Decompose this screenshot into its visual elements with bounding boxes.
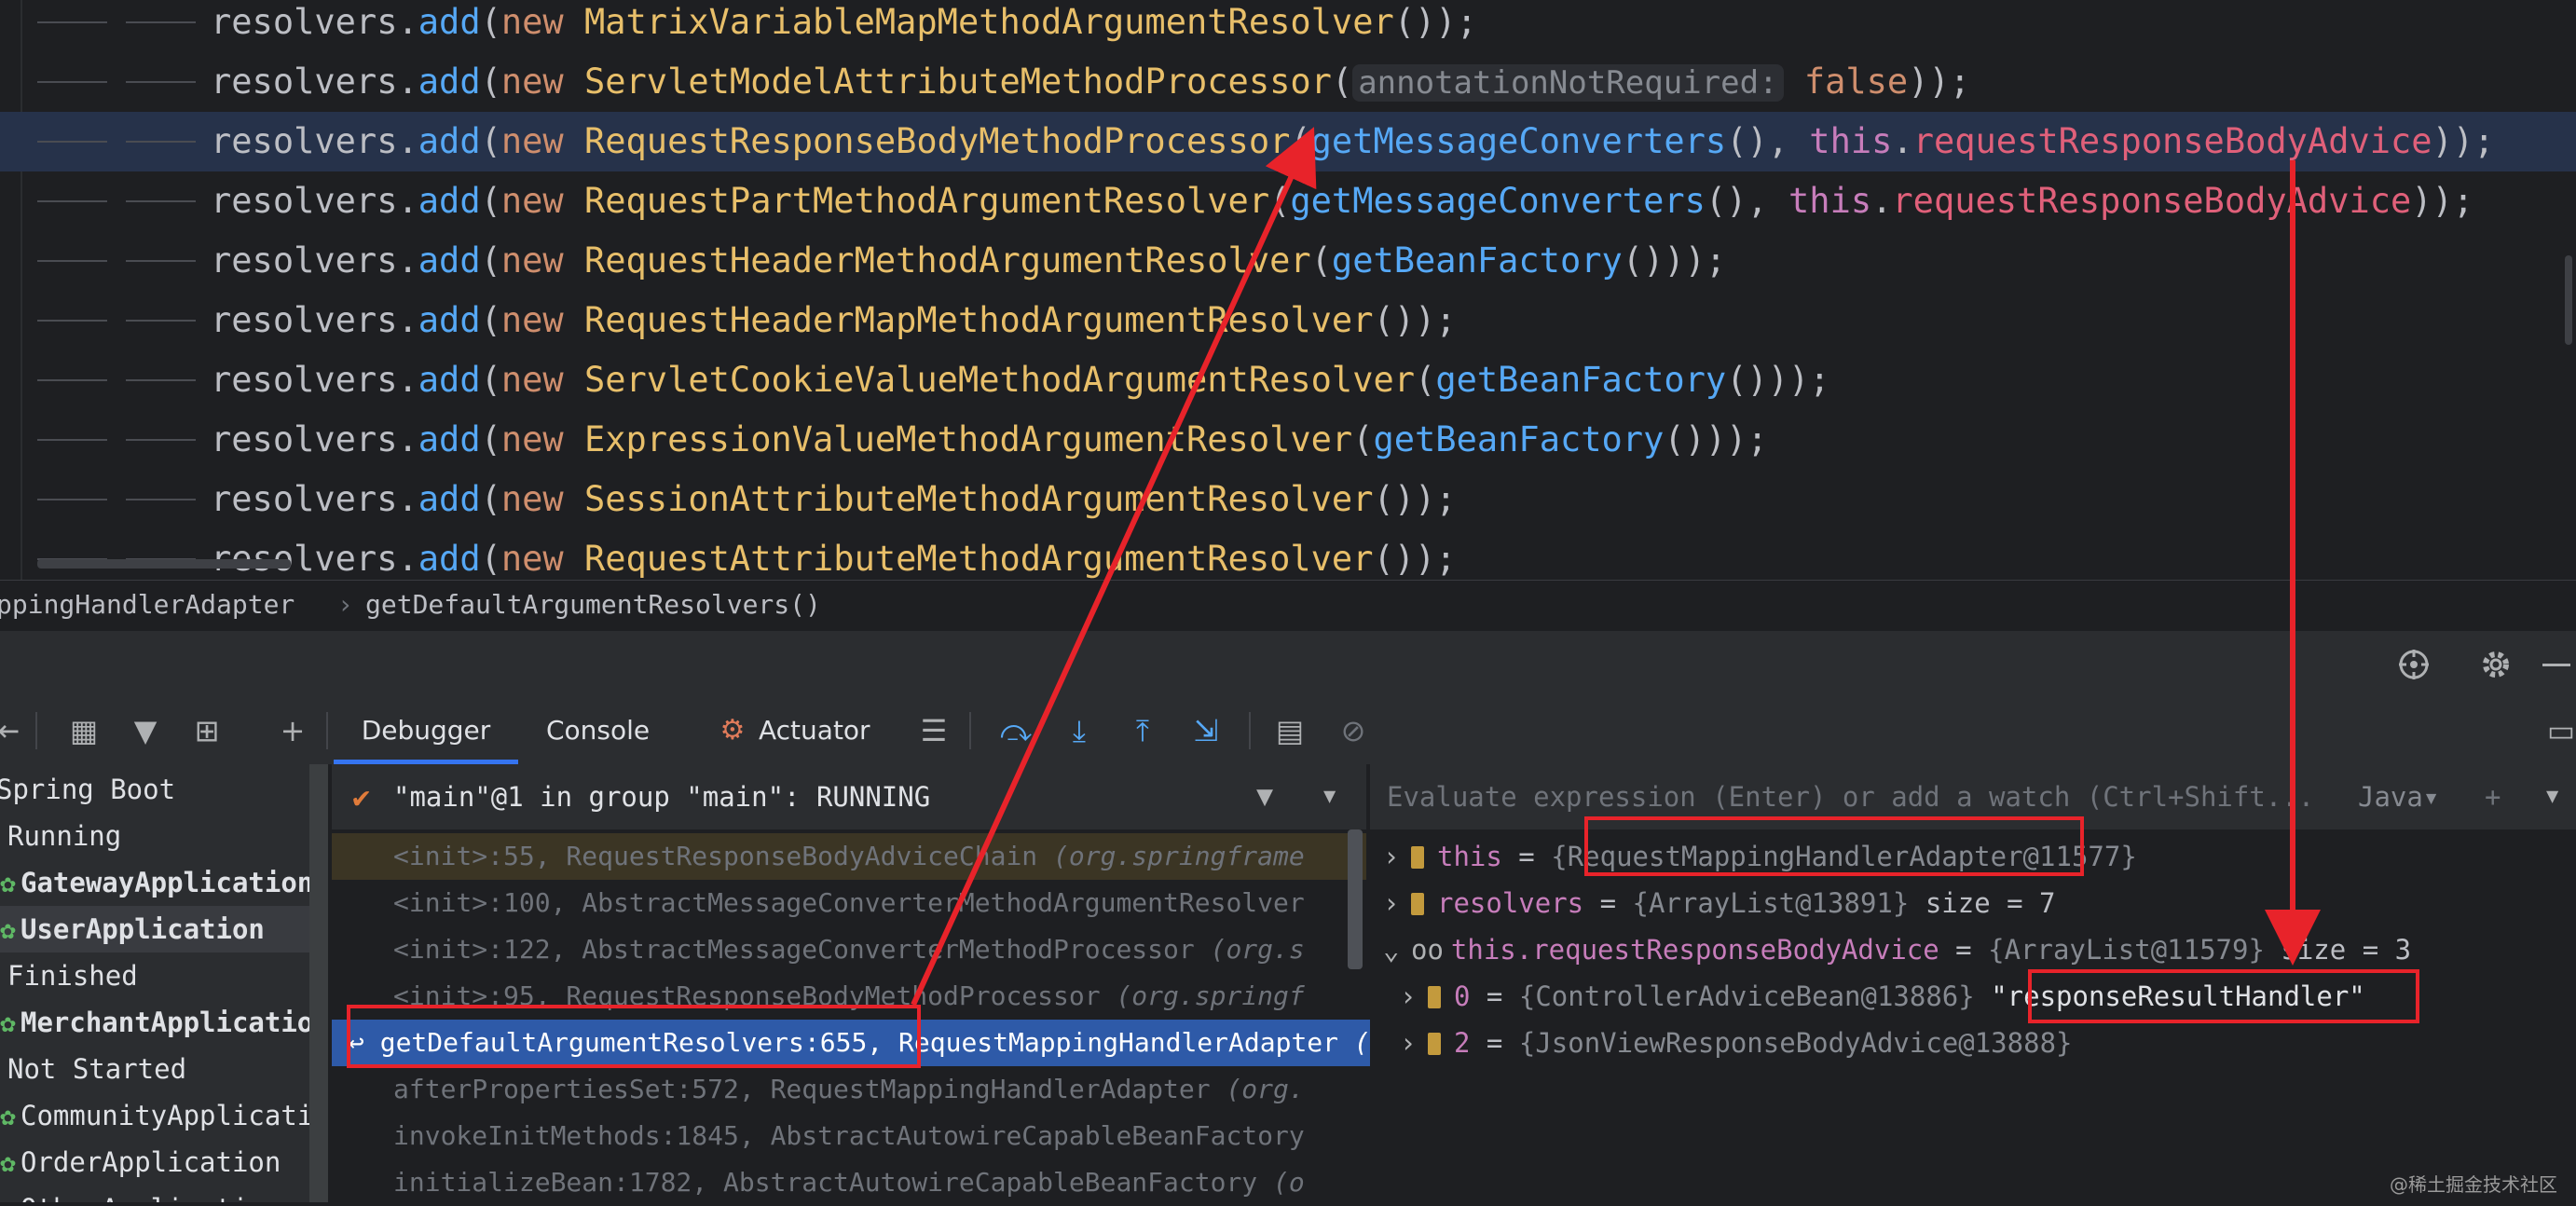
annotation-arrows <box>911 127 2321 1007</box>
watermark: @稀土掘金技术社区 <box>2390 1173 2557 1196</box>
arrow-frame-to-code <box>911 127 1317 1007</box>
